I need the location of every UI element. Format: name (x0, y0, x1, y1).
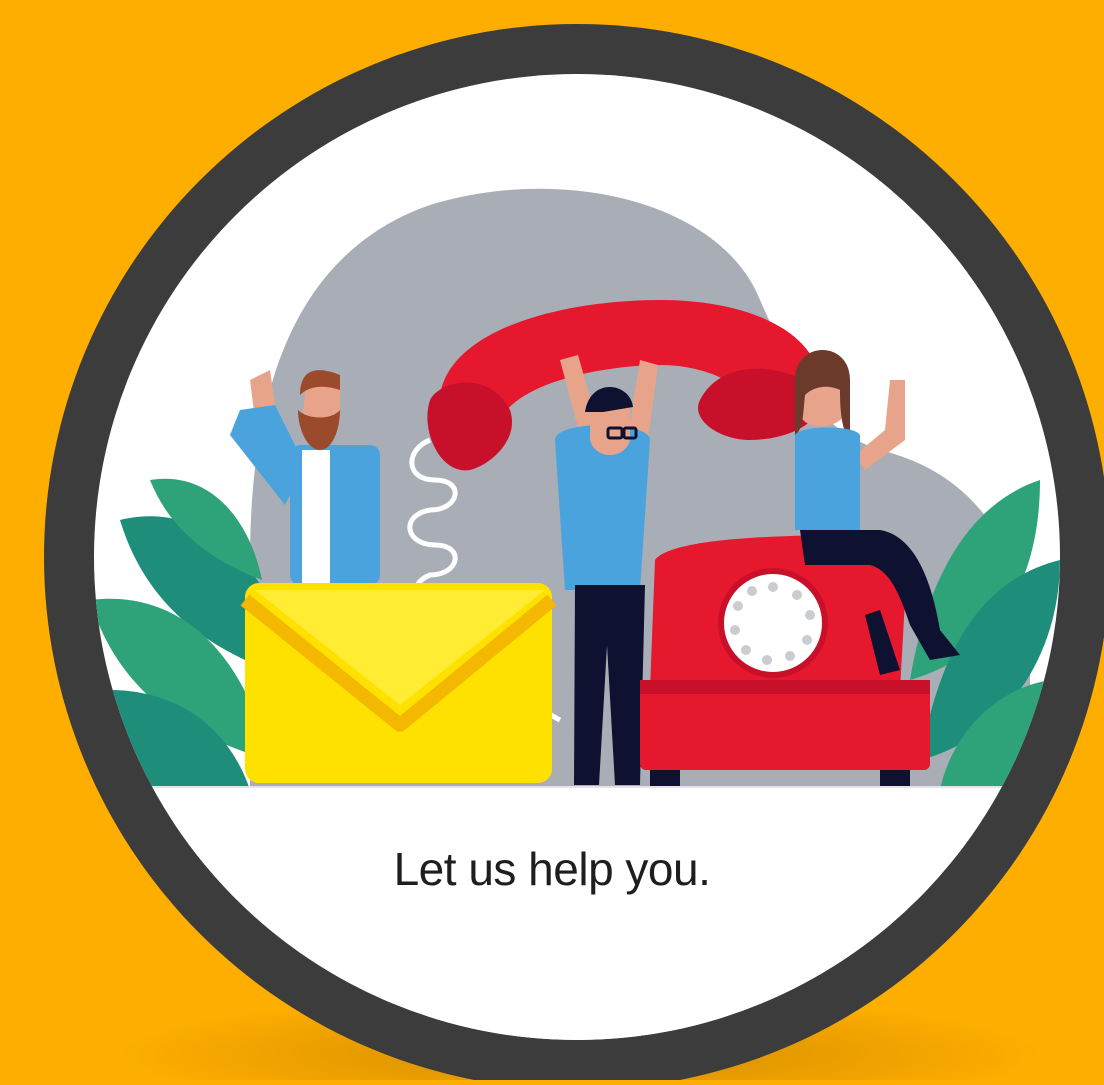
help-banner: Let us help you. (0, 0, 1104, 1085)
envelope-icon (240, 583, 557, 783)
caption-text: Let us help you. (393, 843, 711, 895)
illustration-canvas (44, 24, 1104, 1085)
